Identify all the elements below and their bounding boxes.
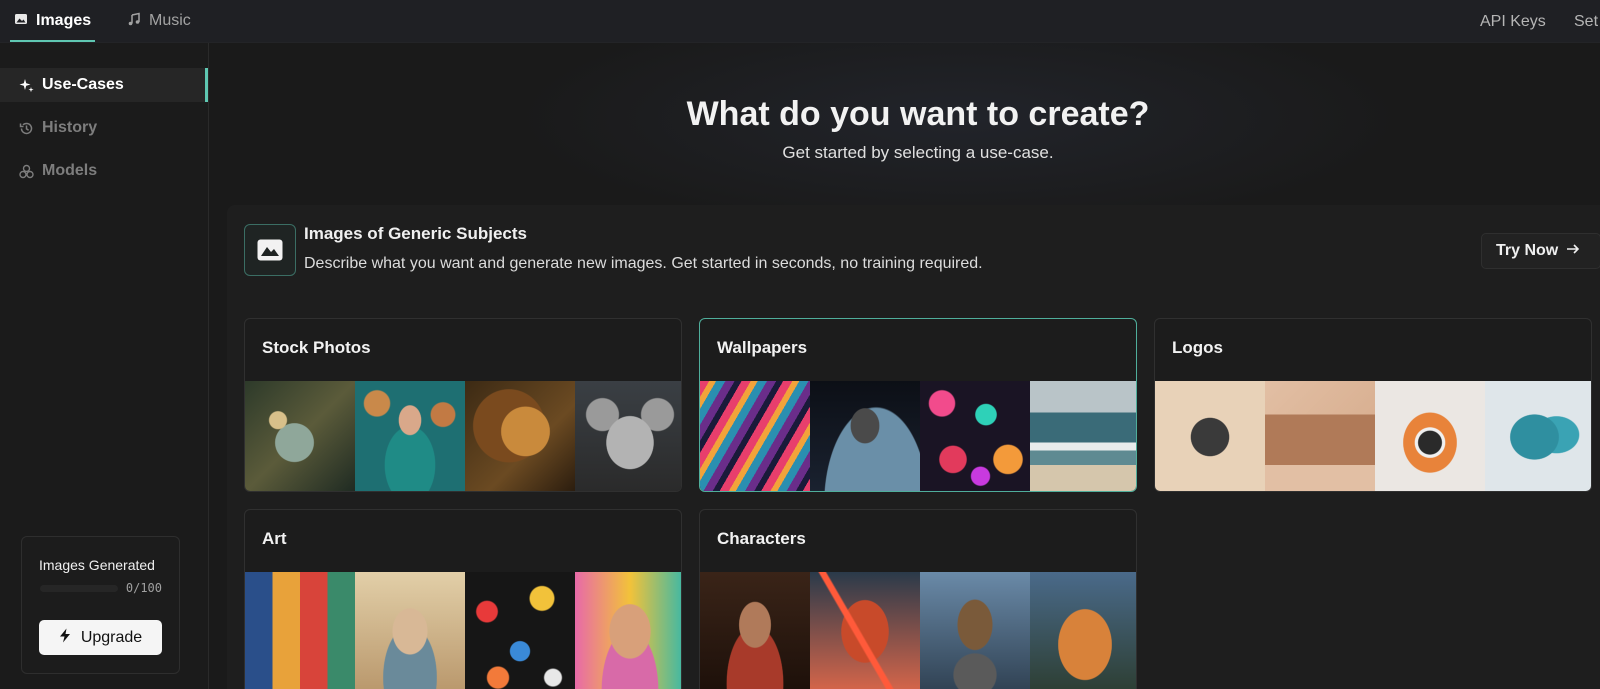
use-case-card-characters[interactable]: Characters: [699, 509, 1137, 689]
use-case-card-logos[interactable]: Logos: [1154, 318, 1592, 492]
sidebar: Use-Cases History Models Images Generate…: [0, 43, 209, 689]
camera-logo-thumbnail: [1375, 381, 1485, 491]
koala-thumbnail: [575, 381, 681, 491]
card-thumbnails: [245, 381, 681, 491]
use-case-card-art[interactable]: Art: [244, 509, 682, 689]
woman-character-thumbnail: [700, 572, 810, 689]
usage-progress-bar: [40, 585, 118, 592]
abstract-swirl-thumbnail: [700, 381, 810, 491]
history-icon: [18, 120, 34, 136]
sidebar-item-use-cases[interactable]: Use-Cases: [0, 68, 208, 102]
app-root: Images Music API Keys Set Use-Cases Hist…: [0, 0, 1600, 689]
image-mountain-icon: [244, 224, 296, 276]
card-thumbnails: [245, 572, 681, 689]
squirrel-character-thumbnail: [1030, 572, 1136, 689]
tab-images[interactable]: Images: [10, 0, 96, 42]
splatter-art-thumbnail: [465, 572, 575, 689]
tab-images-label: Images: [36, 12, 92, 29]
use-case-description: Describe what you want and generate new …: [304, 255, 983, 272]
card-title: Wallpapers: [717, 338, 808, 357]
usage-title: Images Generated: [39, 557, 155, 573]
pop-art-portrait-thumbnail: [575, 572, 681, 689]
geometric-pattern-thumbnail: [920, 381, 1030, 491]
use-case-card-stock-photos[interactable]: Stock Photos: [244, 318, 682, 492]
models-icon: [18, 163, 34, 179]
house-logo-thumbnail: [1265, 381, 1375, 491]
upgrade-button[interactable]: Upgrade: [39, 620, 162, 655]
card-title: Characters: [717, 529, 806, 548]
usage-count: 0/100: [125, 581, 162, 595]
arrow-right-icon: [1566, 242, 1580, 260]
lightning-icon: [59, 628, 71, 648]
sidebar-item-models[interactable]: Models: [0, 154, 208, 188]
tab-music[interactable]: Music: [127, 0, 191, 42]
image-icon: [14, 12, 28, 31]
music-note-icon: [127, 12, 141, 31]
sidebar-item-history[interactable]: History: [0, 111, 208, 145]
viking-character-thumbnail: [920, 572, 1030, 689]
use-case-title: Images of Generic Subjects: [304, 224, 527, 243]
card-title: Art: [262, 529, 287, 548]
try-now-label: Try Now: [1496, 242, 1559, 259]
page-subtitle: Get started by selecting a use-case.: [782, 143, 1054, 162]
sidebar-item-label: Use-Cases: [42, 76, 124, 93]
try-now-button[interactable]: Try Now: [1481, 233, 1600, 269]
wolf-logo-thumbnail: [1155, 381, 1265, 491]
space-station-thumbnail: [810, 381, 920, 491]
card-thumbnails: [700, 572, 1136, 689]
ocean-beach-thumbnail: [1030, 381, 1136, 491]
card-title: Stock Photos: [262, 338, 371, 357]
card-title: Logos: [1172, 338, 1223, 357]
settings-link[interactable]: Set: [1574, 13, 1598, 31]
top-navigation-bar: Images Music API Keys Set: [0, 0, 1600, 43]
tab-music-label: Music: [149, 12, 191, 29]
card-thumbnails: [700, 381, 1136, 491]
upgrade-label: Upgrade: [80, 628, 143, 646]
sparkles-icon: [18, 77, 34, 93]
lion-thumbnail: [465, 381, 575, 491]
cloud-logo-thumbnail: [1485, 381, 1591, 491]
page-title: What do you want to create?: [686, 95, 1150, 133]
use-case-panel: Images of Generic Subjects Describe what…: [227, 205, 1600, 689]
main-content: What do you want to create? Get started …: [209, 43, 1600, 689]
sidebar-item-label: Models: [42, 162, 98, 179]
ninja-character-thumbnail: [810, 572, 920, 689]
use-case-card-wallpapers[interactable]: Wallpapers: [699, 318, 1137, 492]
api-keys-link[interactable]: API Keys: [1480, 13, 1546, 31]
sidebar-item-label: History: [42, 119, 98, 136]
fairy-portrait-thumbnail: [245, 381, 355, 491]
card-thumbnails: [1155, 381, 1591, 491]
woman-portrait-thumbnail: [355, 381, 465, 491]
cubist-portrait-thumbnail: [245, 572, 355, 689]
usage-card: Images Generated 0/100 Upgrade: [21, 536, 180, 674]
surreal-painting-thumbnail: [355, 572, 465, 689]
